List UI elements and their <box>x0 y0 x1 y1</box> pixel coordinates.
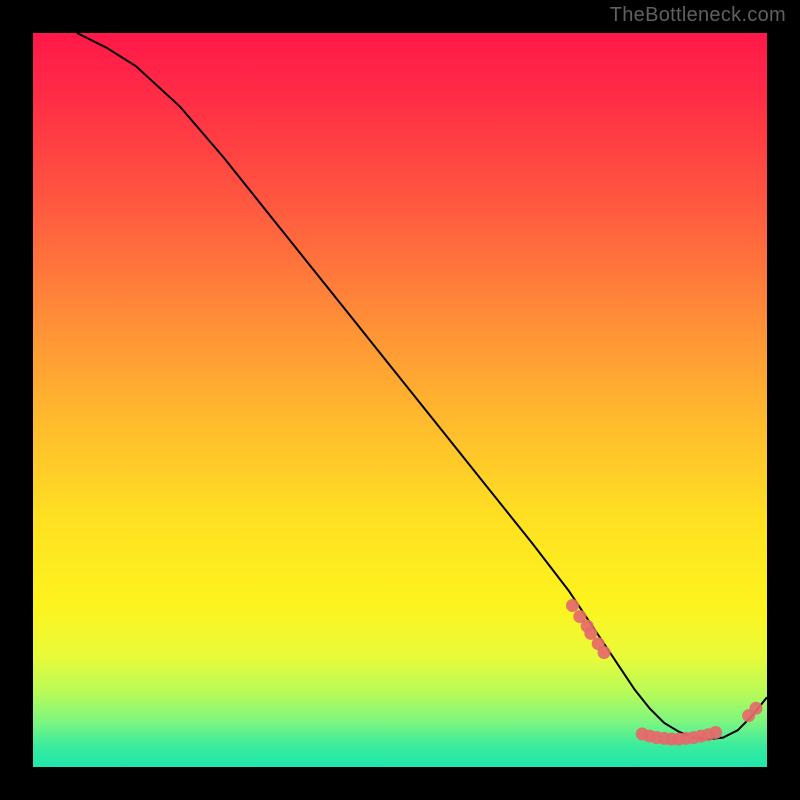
scatter-point <box>749 702 762 715</box>
scatter-point <box>566 599 579 612</box>
plot-area <box>33 33 767 767</box>
scatter-point <box>709 726 722 739</box>
chart-stage: TheBottleneck.com <box>0 0 800 800</box>
chart-overlay <box>33 33 767 767</box>
watermark-label: TheBottleneck.com <box>610 4 786 27</box>
curve-path <box>77 33 767 739</box>
curve-line <box>77 33 767 739</box>
scatter-point <box>598 646 611 659</box>
